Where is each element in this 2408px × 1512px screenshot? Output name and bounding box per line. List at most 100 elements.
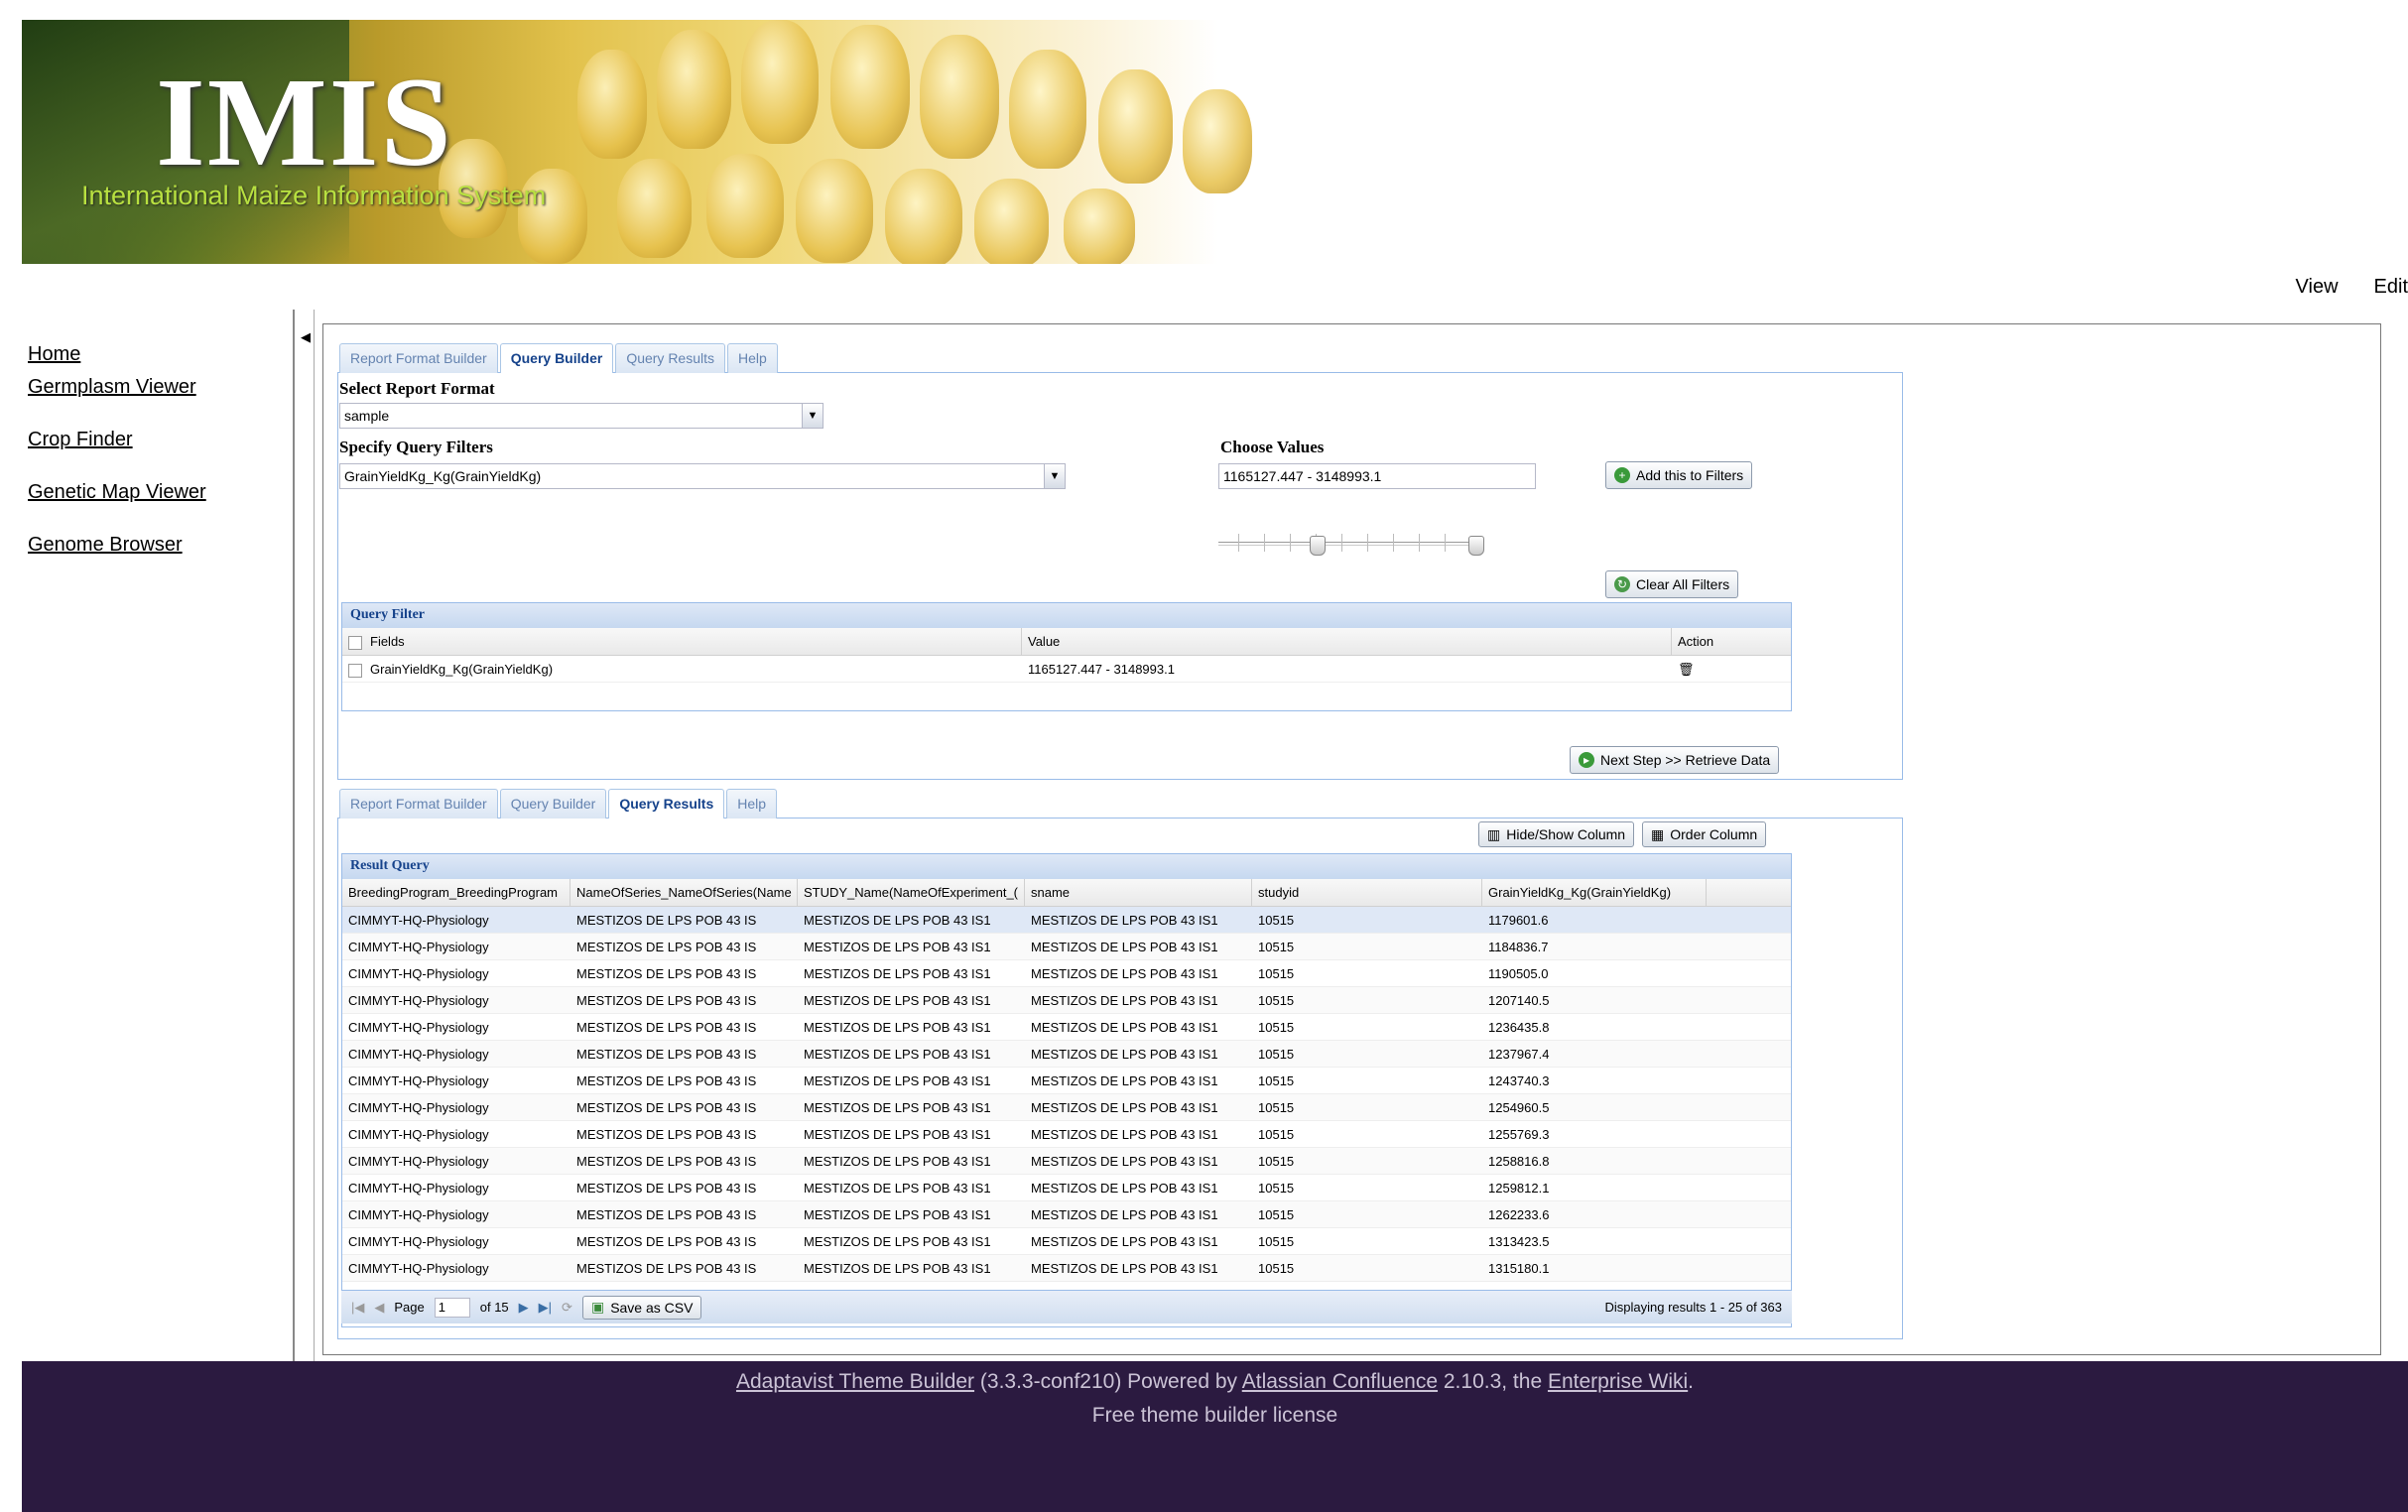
report-format-value: sample <box>344 408 390 424</box>
table-row[interactable]: CIMMYT-HQ-Physiology MESTIZOS DE LPS POB … <box>342 1201 1791 1228</box>
slider-track <box>1218 542 1478 546</box>
filter-field-select[interactable]: GrainYieldKg_Kg(GrainYieldKg) ▼ <box>339 463 1066 489</box>
table-cell: MESTIZOS DE LPS POB 43 IS <box>576 1261 757 1276</box>
table-cell: 10515 <box>1258 1100 1295 1115</box>
table-cell: MESTIZOS DE LPS POB 43 IS1 <box>1031 966 1218 981</box>
last-page-icon[interactable]: ▶| <box>539 1300 552 1316</box>
table-row[interactable]: CIMMYT-HQ-Physiology MESTIZOS DE LPS POB … <box>342 1068 1791 1094</box>
table-cell: MESTIZOS DE LPS POB 43 IS <box>576 1073 757 1088</box>
add-to-filters-button[interactable]: + Add this to Filters <box>1605 461 1753 489</box>
grid-icon: ▦ <box>1651 825 1665 842</box>
collapse-left-icon[interactable]: ◀ <box>301 329 311 345</box>
sidebar-item-genome-browser[interactable]: Genome Browser <box>28 534 206 557</box>
col-study-name[interactable]: STUDY_Name(NameOfExperiment_( <box>798 879 1025 906</box>
site-subtitle: International Maize Information System <box>81 181 547 210</box>
adaptavist-link[interactable]: Adaptavist Theme Builder <box>736 1370 974 1393</box>
table-cell: MESTIZOS DE LPS POB 43 IS1 <box>804 1127 991 1142</box>
confluence-link[interactable]: Atlassian Confluence <box>1242 1370 1438 1393</box>
result-grid: Result Query BreedingProgram_BreedingPro… <box>341 853 1792 1327</box>
table-cell: 1184836.7 <box>1488 940 1549 954</box>
page-number-input[interactable] <box>434 1297 470 1318</box>
table-cell: MESTIZOS DE LPS POB 43 IS1 <box>804 1181 991 1196</box>
value-range-text: 1165127.447 - 3148993.1 <box>1223 468 1382 484</box>
table-row[interactable]: CIMMYT-HQ-Physiology MESTIZOS DE LPS POB … <box>342 1121 1791 1148</box>
table-cell: 10515 <box>1258 940 1295 954</box>
sidebar-item-home[interactable]: Home <box>28 343 206 366</box>
first-page-icon[interactable]: |◀ <box>351 1300 364 1316</box>
footer-line-1: Adaptavist Theme Builder (3.3.3-conf210)… <box>22 1365 2408 1399</box>
edit-link[interactable]: Edit <box>2374 276 2408 299</box>
refresh-icon[interactable]: ⟳ <box>562 1300 572 1316</box>
order-column-button[interactable]: ▦ Order Column <box>1642 821 1767 847</box>
tab-report-format-builder[interactable]: Report Format Builder <box>339 789 498 819</box>
table-row[interactable]: CIMMYT-HQ-Physiology MESTIZOS DE LPS POB … <box>342 1255 1791 1282</box>
table-row[interactable]: CIMMYT-HQ-Physiology MESTIZOS DE LPS POB … <box>342 934 1791 960</box>
next-step-button[interactable]: ▸ Next Step >> Retrieve Data <box>1570 746 1780 774</box>
table-cell: CIMMYT-HQ-Physiology <box>348 1154 489 1169</box>
table-row[interactable]: CIMMYT-HQ-Physiology MESTIZOS DE LPS POB … <box>342 1014 1791 1041</box>
table-cell: 1207140.5 <box>1488 993 1550 1008</box>
tab-query-builder[interactable]: Query Builder <box>499 789 607 819</box>
table-row[interactable]: CIMMYT-HQ-Physiology MESTIZOS DE LPS POB … <box>342 960 1791 987</box>
hide-show-column-button[interactable]: ▥ Hide/Show Column <box>1478 821 1635 847</box>
chevron-down-icon[interactable]: ▼ <box>802 403 824 429</box>
table-row[interactable]: CIMMYT-HQ-Physiology MESTIZOS DE LPS POB … <box>342 907 1791 934</box>
table-cell: MESTIZOS DE LPS POB 43 IS1 <box>804 1207 991 1222</box>
table-cell: CIMMYT-HQ-Physiology <box>348 1073 489 1088</box>
col-grain-yield[interactable]: GrainYieldKg_Kg(GrainYieldKg) <box>1482 879 1707 906</box>
tab-query-results[interactable]: Query Results <box>608 789 725 819</box>
sidebar-item-genetic-map-viewer[interactable]: Genetic Map Viewer <box>28 481 206 504</box>
table-row[interactable]: CIMMYT-HQ-Physiology MESTIZOS DE LPS POB … <box>342 1175 1791 1201</box>
sidebar-splitter[interactable]: ◀ <box>293 310 315 1361</box>
table-cell: CIMMYT-HQ-Physiology <box>348 1020 489 1035</box>
result-grid-title: Result Query <box>342 854 1791 879</box>
report-format-select[interactable]: sample ▼ <box>339 403 824 429</box>
table-cell: 10515 <box>1258 1127 1295 1142</box>
table-row[interactable]: CIMMYT-HQ-Physiology MESTIZOS DE LPS POB … <box>342 1148 1791 1175</box>
table-cell: MESTIZOS DE LPS POB 43 IS1 <box>1031 913 1218 928</box>
col-sname[interactable]: sname <box>1025 879 1252 906</box>
enterprise-wiki-link[interactable]: Enterprise Wiki <box>1548 1370 1688 1393</box>
table-row[interactable]: CIMMYT-HQ-Physiology MESTIZOS DE LPS POB … <box>342 1041 1791 1068</box>
table-cell: 10515 <box>1258 1047 1295 1062</box>
sidebar-item-crop-finder[interactable]: Crop Finder <box>28 429 206 451</box>
next-page-icon[interactable]: ▶ <box>519 1300 529 1316</box>
clear-all-filters-button[interactable]: ↻ Clear All Filters <box>1605 570 1739 598</box>
result-header-row: BreedingProgram_BreedingProgram NameOfSe… <box>342 879 1791 907</box>
table-row[interactable]: CIMMYT-HQ-Physiology MESTIZOS DE LPS POB … <box>342 1228 1791 1255</box>
col-studyid[interactable]: studyid <box>1252 879 1482 906</box>
table-cell: MESTIZOS DE LPS POB 43 IS1 <box>1031 1234 1218 1249</box>
footer-text-2: 2.10.3, the <box>1443 1370 1543 1393</box>
query-filter-title: Query Filter <box>342 603 1791 628</box>
csv-icon: ▣ <box>590 1299 605 1315</box>
tab-help[interactable]: Help <box>727 343 778 373</box>
slider-max-handle[interactable] <box>1468 536 1484 556</box>
value-range-slider[interactable] <box>1218 530 1486 560</box>
tab-report-format-builder[interactable]: Report Format Builder <box>339 343 498 373</box>
table-cell: MESTIZOS DE LPS POB 43 IS <box>576 1127 757 1142</box>
select-all-checkbox[interactable] <box>348 635 362 650</box>
tab-query-builder[interactable]: Query Builder <box>499 343 614 373</box>
row-checkbox[interactable] <box>348 663 362 678</box>
view-link[interactable]: View <box>2296 276 2339 299</box>
table-cell: 1179601.6 <box>1488 913 1549 928</box>
col-name-of-series[interactable]: NameOfSeries_NameOfSeries(Name <box>570 879 798 906</box>
table-cell: MESTIZOS DE LPS POB 43 IS <box>576 993 757 1008</box>
table-row[interactable]: CIMMYT-HQ-Physiology MESTIZOS DE LPS POB … <box>342 987 1791 1014</box>
table-cell: MESTIZOS DE LPS POB 43 IS1 <box>804 913 991 928</box>
table-cell: CIMMYT-HQ-Physiology <box>348 966 489 981</box>
tab-help[interactable]: Help <box>726 789 778 819</box>
slider-min-handle[interactable] <box>1310 536 1326 556</box>
chevron-down-icon[interactable]: ▼ <box>1044 463 1066 489</box>
table-cell: MESTIZOS DE LPS POB 43 IS <box>576 1234 757 1249</box>
value-range-field[interactable]: 1165127.447 - 3148993.1 <box>1218 463 1536 489</box>
prev-page-icon[interactable]: ◀ <box>374 1300 384 1316</box>
sidebar-item-germplasm-viewer[interactable]: Germplasm Viewer <box>28 376 206 399</box>
table-row[interactable]: CIMMYT-HQ-Physiology MESTIZOS DE LPS POB … <box>342 1094 1791 1121</box>
table-cell: CIMMYT-HQ-Physiology <box>348 1127 489 1142</box>
tab-query-results[interactable]: Query Results <box>615 343 726 373</box>
delete-icon[interactable]: 🗑 <box>1672 656 1791 682</box>
order-column-label: Order Column <box>1670 826 1758 842</box>
save-csv-button[interactable]: ▣ Save as CSV <box>581 1295 702 1320</box>
col-breeding-program[interactable]: BreedingProgram_BreedingProgram <box>342 879 570 906</box>
